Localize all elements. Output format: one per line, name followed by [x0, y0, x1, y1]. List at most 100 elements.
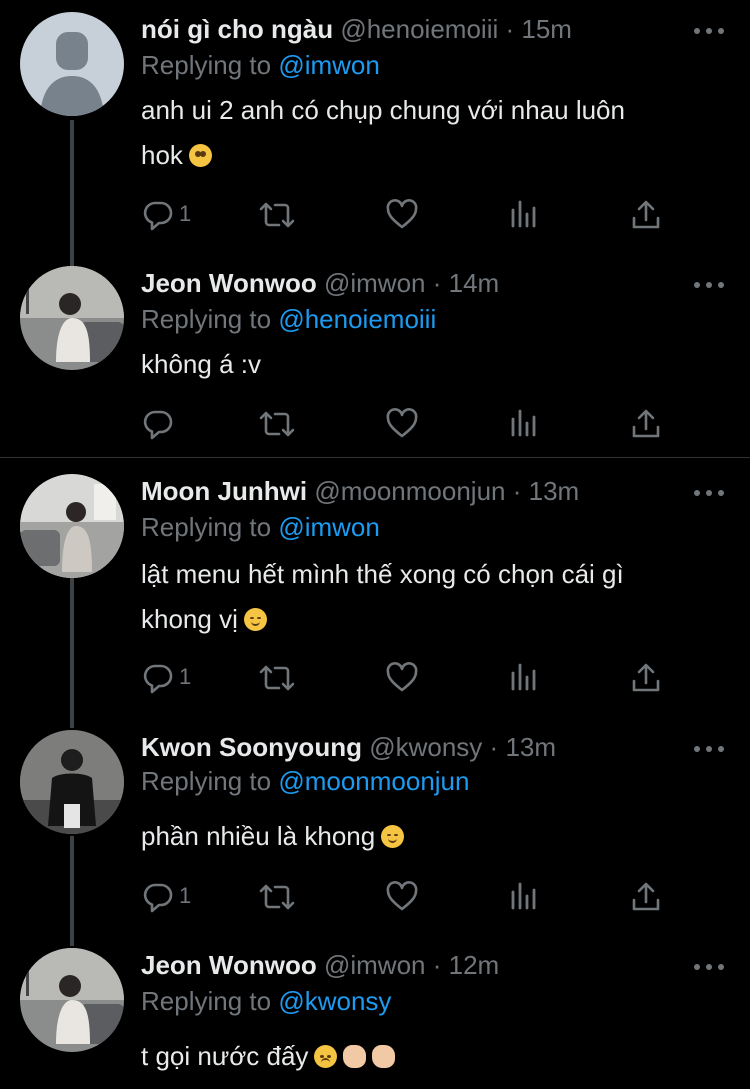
tweet-text: lật menu hết mình thế xong có chọn cái g…	[141, 552, 721, 642]
angry-face-emoji-icon	[314, 1045, 338, 1068]
mention-link[interactable]: @henoiemoiii	[278, 304, 436, 334]
smiling-face-emoji-icon	[243, 608, 267, 631]
analytics-icon	[507, 661, 541, 695]
analytics-icon	[507, 407, 541, 441]
mention-link[interactable]: @imwon	[278, 50, 380, 80]
handle[interactable]: @imwon	[324, 950, 426, 980]
reply-icon	[141, 407, 175, 441]
retweet-icon	[257, 880, 297, 914]
separator: ·	[432, 268, 442, 298]
tweet[interactable]: nói gì cho ngàu @henoiemoiii · 15m Reply…	[0, 0, 750, 250]
separator: ·	[489, 732, 499, 762]
like-button[interactable]	[385, 880, 419, 914]
like-button[interactable]	[385, 661, 419, 695]
replying-label: Replying to	[141, 304, 272, 334]
user-photo-icon	[20, 948, 124, 1052]
retweet-button[interactable]	[257, 407, 297, 441]
tweet[interactable]: Kwon Soonyoung @kwonsy · 13m Replying to…	[0, 708, 750, 928]
tweet-text-line: không á :v	[141, 349, 261, 379]
separator: ·	[432, 950, 442, 980]
reply-button[interactable]: 1	[141, 198, 191, 232]
timestamp[interactable]: 12m	[449, 950, 500, 980]
like-button[interactable]	[385, 407, 419, 441]
timestamp[interactable]: 15m	[521, 14, 572, 44]
handle[interactable]: @kwonsy	[369, 732, 482, 762]
mention-link[interactable]: @imwon	[278, 512, 380, 542]
tweet-text-line: lật menu hết mình thế xong có chọn cái g…	[141, 559, 624, 589]
share-button[interactable]	[629, 407, 663, 441]
like-button[interactable]	[385, 198, 419, 232]
timestamp[interactable]: 13m	[529, 476, 580, 506]
tweet-header: Kwon Soonyoung @kwonsy · 13m	[141, 730, 660, 764]
more-icon[interactable]	[694, 25, 724, 37]
timestamp[interactable]: 13m	[505, 732, 556, 762]
display-name[interactable]: Moon Junhwi	[141, 476, 307, 506]
tweet[interactable]: Jeon Wonwoo @imwon · 14m Replying to @he…	[0, 250, 750, 457]
reply-count: 1	[179, 883, 192, 908]
share-button[interactable]	[629, 198, 663, 232]
avatar[interactable]	[20, 266, 124, 370]
like-icon	[385, 661, 419, 695]
reply-count: 1	[179, 664, 192, 689]
more-icon[interactable]	[694, 743, 724, 755]
share-icon	[629, 198, 663, 232]
replying-label: Replying to	[141, 512, 272, 542]
retweet-button[interactable]	[257, 661, 297, 695]
retweet-button[interactable]	[257, 198, 297, 232]
share-icon	[629, 407, 663, 441]
tweet-header: Moon Junhwi @moonmoonjun · 13m	[141, 474, 660, 508]
display-name[interactable]: Kwon Soonyoung	[141, 732, 362, 762]
handle[interactable]: @moonmoonjun	[314, 476, 505, 506]
tweet-actions	[141, 407, 671, 441]
avatar[interactable]	[20, 730, 124, 834]
share-button[interactable]	[629, 880, 663, 914]
avatar[interactable]	[20, 948, 124, 1052]
tweet-actions: 1	[141, 198, 671, 232]
handle[interactable]: @henoiemoiii	[340, 14, 498, 44]
fist-emoji-icon	[372, 1045, 396, 1068]
more-icon[interactable]	[694, 961, 724, 973]
reply-button[interactable]	[141, 407, 175, 441]
avatar[interactable]	[20, 474, 124, 578]
share-icon	[629, 661, 663, 695]
share-icon	[629, 880, 663, 914]
fist-emoji-icon	[343, 1045, 367, 1068]
separator: ·	[505, 14, 515, 44]
tweet[interactable]: Moon Junhwi @moonmoonjun · 13m Replying …	[0, 458, 750, 708]
mention-link[interactable]: @moonmoonjun	[278, 766, 469, 796]
replying-to: Replying to @imwon	[141, 510, 380, 544]
reply-icon	[141, 198, 175, 232]
retweet-icon	[257, 661, 297, 695]
replying-label: Replying to	[141, 50, 272, 80]
reply-button[interactable]: 1	[141, 661, 191, 695]
tweet-text-line: anh ui 2 anh có chụp chung với nhau luôn	[141, 95, 625, 125]
mention-link[interactable]: @kwonsy	[278, 986, 391, 1016]
tweet-text-line: t gọi nước đấy	[141, 1041, 309, 1071]
display-name[interactable]: nói gì cho ngàu	[141, 14, 333, 44]
replying-label: Replying to	[141, 986, 272, 1016]
like-icon	[385, 880, 419, 914]
analytics-button[interactable]	[507, 407, 541, 441]
tweet-actions: 1	[141, 661, 671, 695]
tweet-text-line: khong vị	[141, 604, 238, 634]
share-button[interactable]	[629, 661, 663, 695]
avatar[interactable]	[20, 12, 124, 116]
retweet-button[interactable]	[257, 880, 297, 914]
analytics-button[interactable]	[507, 198, 541, 232]
user-photo-icon	[20, 474, 124, 578]
retweet-icon	[257, 198, 297, 232]
timestamp[interactable]: 14m	[449, 268, 500, 298]
analytics-button[interactable]	[507, 661, 541, 695]
tweet-actions: 1	[141, 880, 671, 914]
handle[interactable]: @imwon	[324, 268, 426, 298]
display-name[interactable]: Jeon Wonwoo	[141, 950, 317, 980]
tweet-text-line: hok	[141, 140, 183, 170]
more-icon[interactable]	[694, 487, 724, 499]
tweet-header: Jeon Wonwoo @imwon · 14m	[141, 266, 660, 300]
analytics-button[interactable]	[507, 880, 541, 914]
more-icon[interactable]	[694, 279, 724, 291]
display-name[interactable]: Jeon Wonwoo	[141, 268, 317, 298]
tweet-text: t gọi nước đấy	[141, 1034, 721, 1079]
reply-button[interactable]: 1	[141, 880, 191, 914]
tweet[interactable]: Jeon Wonwoo @imwon · 12m Replying to @kw…	[0, 928, 750, 1089]
